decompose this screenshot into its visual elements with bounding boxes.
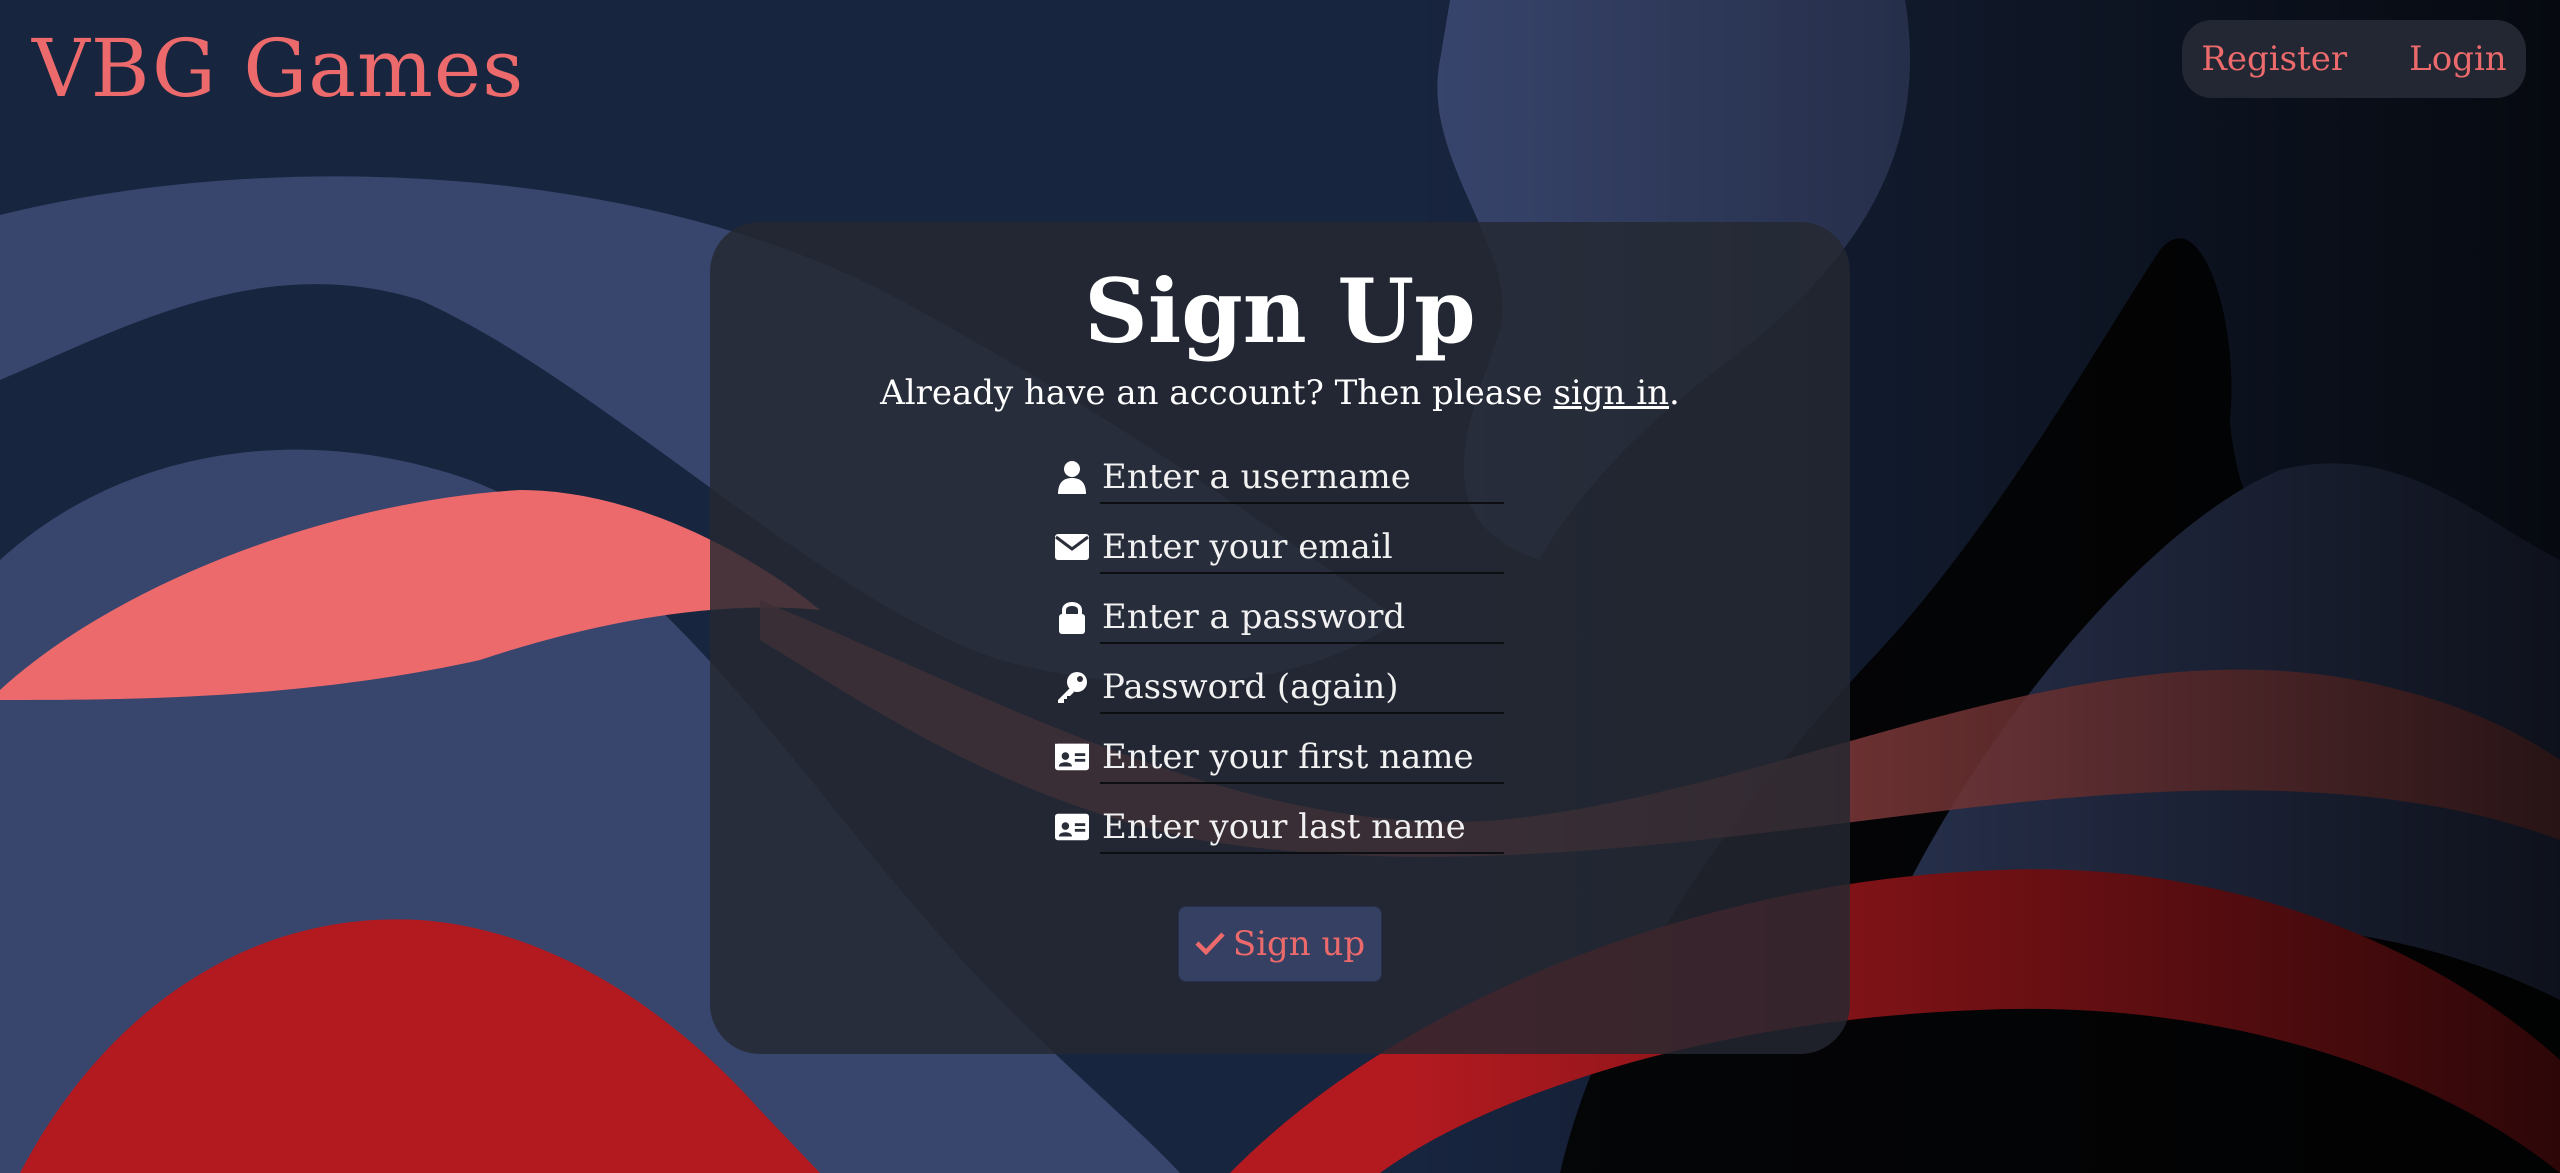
username-row [1055, 442, 1515, 512]
email-input[interactable] [1100, 522, 1504, 574]
email-row [1055, 512, 1515, 582]
password-input[interactable] [1100, 592, 1504, 644]
signin-prompt-end: . [1669, 373, 1680, 413]
page-title: Sign Up [1084, 259, 1476, 363]
last-name-input[interactable] [1100, 802, 1504, 854]
id-card-icon [1055, 810, 1089, 844]
username-input[interactable] [1100, 452, 1504, 504]
register-link[interactable]: Register [2201, 39, 2347, 79]
user-icon [1055, 460, 1089, 494]
signup-form [1055, 442, 1515, 862]
lock-icon [1055, 600, 1089, 634]
login-link[interactable]: Login [2409, 39, 2507, 79]
signin-prompt: Already have an account? Then please sig… [710, 368, 1850, 418]
password-again-row [1055, 652, 1515, 722]
last-name-row [1055, 792, 1515, 862]
signup-card: Sign Up Already have an account? Then pl… [710, 222, 1850, 1054]
envelope-icon [1055, 530, 1089, 564]
signin-link[interactable]: sign in [1553, 373, 1669, 413]
key-icon [1055, 670, 1089, 704]
brand-logo[interactable]: VBG Games [32, 14, 524, 124]
first-name-input[interactable] [1100, 732, 1504, 784]
check-icon [1195, 924, 1225, 964]
id-card-icon [1055, 740, 1089, 774]
top-navigation: Register Login [2182, 20, 2526, 98]
signup-button[interactable]: Sign up [1178, 906, 1382, 982]
signup-button-label: Sign up [1232, 924, 1366, 964]
password-row [1055, 582, 1515, 652]
signin-prompt-text: Already have an account? Then please [880, 373, 1554, 413]
password-again-input[interactable] [1100, 662, 1504, 714]
first-name-row [1055, 722, 1515, 792]
